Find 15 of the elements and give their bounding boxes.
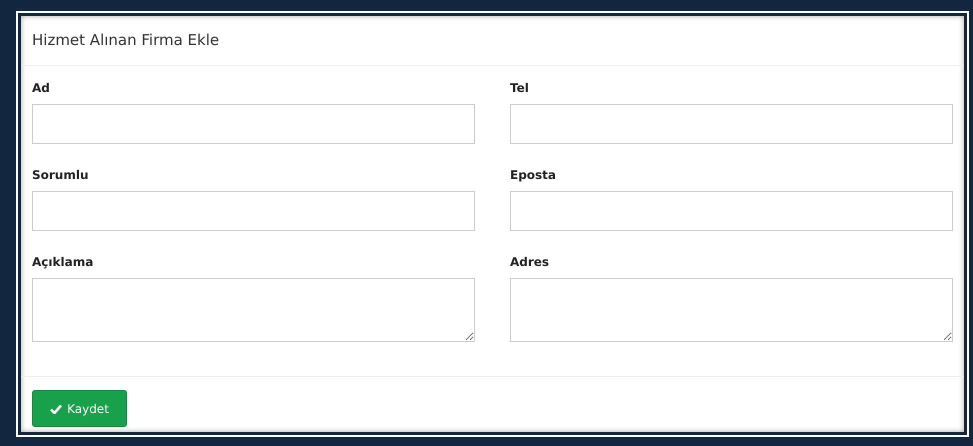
- input-field[interactable]: [32, 191, 475, 231]
- text-area[interactable]: [510, 278, 953, 342]
- field-label: Eposta: [510, 167, 558, 184]
- checkmark-icon: [50, 404, 62, 414]
- panel-title: Hizmet Alınan Firma Ekle: [32, 30, 220, 52]
- input-field[interactable]: [510, 104, 953, 144]
- save-button[interactable]: Kaydet: [32, 390, 127, 427]
- input-field[interactable]: [32, 104, 475, 144]
- field-label: Sorumlu: [32, 167, 90, 184]
- field-label: Tel: [510, 80, 530, 97]
- text-area[interactable]: [32, 278, 475, 342]
- field-label: Ad: [32, 80, 51, 97]
- field-label: Adres: [510, 254, 550, 271]
- input-field[interactable]: [510, 191, 953, 231]
- field-label: Açıklama: [32, 254, 94, 271]
